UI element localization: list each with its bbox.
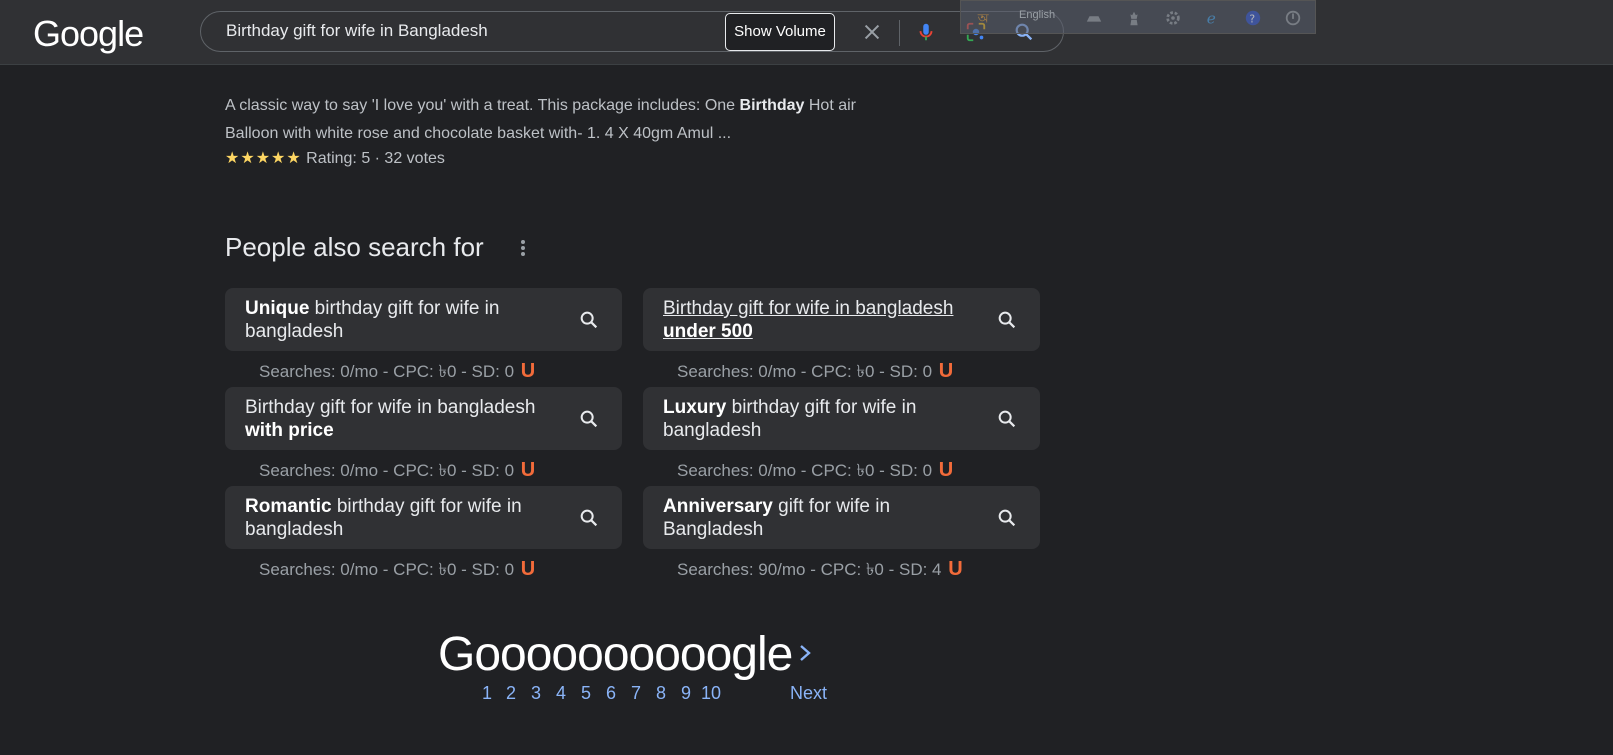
- next-page-link[interactable]: Next: [790, 683, 827, 704]
- microphone-icon[interactable]: [915, 21, 937, 43]
- top-bar: Google Birthday gift for wife in Banglad…: [0, 0, 1613, 65]
- svg-text:e: e: [1207, 9, 1216, 27]
- related-search-text[interactable]: Anniversary gift for wife in Bangladesh: [663, 495, 983, 541]
- keyword-metrics: Searches: 0/mo - CPC: ৳0 - SD: 0 U: [677, 458, 953, 486]
- rating-stars: ★★★★★: [225, 150, 302, 167]
- page-link[interactable]: 5: [581, 683, 591, 704]
- metrics-text: Searches: 0/mo - CPC: ৳0 - SD: 0: [677, 362, 933, 381]
- related-search-bold: Romantic: [245, 496, 332, 517]
- keyword-metrics: Searches: 0/mo - CPC: ৳0 - SD: 0 U: [259, 557, 535, 585]
- related-search-rest: Birthday gift for wife in bangladesh: [663, 298, 954, 319]
- pagination-logo: Goooooooooogle: [438, 628, 793, 681]
- keyword-metrics: Searches: 0/mo - CPC: ৳0 - SD: 0 U: [677, 359, 953, 387]
- rating-text: Rating: 5 · 32 votes: [306, 150, 445, 167]
- google-logo[interactable]: Google: [33, 13, 144, 55]
- people-also-search-title: People also search for: [225, 232, 484, 262]
- related-search-rest: Birthday gift for wife in bangladesh: [245, 397, 536, 418]
- search-divider: [899, 20, 900, 46]
- more-options-icon[interactable]: [519, 238, 527, 258]
- search-icon[interactable]: [996, 507, 1018, 529]
- related-search-bold: under 500: [663, 321, 753, 342]
- toolbar-language[interactable]: English: [1019, 9, 1055, 21]
- related-search-card[interactable]: Birthday gift for wife in bangladesh und…: [643, 288, 1040, 351]
- hat-icon[interactable]: [1085, 9, 1103, 27]
- related-search-card[interactable]: Luxury birthday gift for wife in banglad…: [643, 387, 1040, 450]
- related-search-card[interactable]: Unique birthday gift for wife in banglad…: [225, 288, 622, 351]
- help-icon[interactable]: ?: [1244, 9, 1262, 27]
- search-icon[interactable]: [578, 309, 600, 331]
- search-icon[interactable]: [578, 507, 600, 529]
- keyword-metrics: Searches: 90/mo - CPC: ৳0 - SD: 4 U: [677, 557, 963, 585]
- chess-piece-icon[interactable]: [1125, 9, 1143, 27]
- u-badge[interactable]: U: [521, 558, 535, 580]
- internet-explorer-icon[interactable]: e: [1204, 9, 1222, 27]
- metrics-text: Searches: 0/mo - CPC: ৳0 - SD: 0: [259, 362, 515, 381]
- related-search-bold: with price: [245, 420, 334, 441]
- u-badge[interactable]: U: [521, 459, 535, 481]
- page-link[interactable]: 8: [656, 683, 666, 704]
- u-badge[interactable]: U: [939, 459, 953, 481]
- rating-row: ★★★★★ Rating: 5 · 32 votes: [225, 148, 445, 168]
- page-link[interactable]: 10: [701, 683, 721, 704]
- metrics-text: Searches: 90/mo - CPC: ৳0 - SD: 4: [677, 560, 942, 579]
- related-search-text[interactable]: Birthday gift for wife in bangladesh wit…: [245, 396, 565, 442]
- page-link[interactable]: 4: [556, 683, 566, 704]
- page-link[interactable]: 3: [531, 683, 541, 704]
- description-bold: Birthday: [739, 97, 805, 114]
- related-search-card[interactable]: Birthday gift for wife in bangladesh wit…: [225, 387, 622, 450]
- related-search-card[interactable]: Romantic birthday gift for wife in bangl…: [225, 486, 622, 549]
- svg-text:?: ?: [1249, 13, 1255, 26]
- related-search-text[interactable]: Unique birthday gift for wife in banglad…: [245, 297, 565, 343]
- description-text-1: A classic way to say 'I love you' with a…: [225, 97, 740, 114]
- page-link[interactable]: 7: [631, 683, 641, 704]
- u-badge[interactable]: U: [521, 360, 535, 382]
- page-link[interactable]: 1: [482, 683, 492, 704]
- keyword-metrics: Searches: 0/mo - CPC: ৳0 - SD: 0 U: [259, 458, 535, 486]
- search-icon[interactable]: [578, 408, 600, 430]
- chevron-right-icon[interactable]: [797, 643, 813, 663]
- page-link[interactable]: 6: [606, 683, 616, 704]
- related-search-card[interactable]: Anniversary gift for wife in Bangladesh: [643, 486, 1040, 549]
- u-badge[interactable]: U: [939, 360, 953, 382]
- close-icon[interactable]: [861, 21, 883, 43]
- related-search-text[interactable]: Romantic birthday gift for wife in bangl…: [245, 495, 565, 541]
- search-icon[interactable]: [996, 309, 1018, 331]
- result-description: A classic way to say 'I love you' with a…: [225, 92, 905, 148]
- related-search-bold: Anniversary: [663, 496, 773, 517]
- page-link[interactable]: 9: [681, 683, 691, 704]
- svg-text:অ: অ: [977, 11, 990, 26]
- gear-icon[interactable]: [1164, 9, 1182, 27]
- related-search-bold: Unique: [245, 298, 310, 319]
- related-search-text[interactable]: Luxury birthday gift for wife in banglad…: [663, 396, 983, 442]
- metrics-text: Searches: 0/mo - CPC: ৳0 - SD: 0: [259, 461, 515, 480]
- metrics-text: Searches: 0/mo - CPC: ৳0 - SD: 0: [677, 461, 933, 480]
- related-search-bold: Luxury: [663, 397, 727, 418]
- search-icon[interactable]: [996, 408, 1018, 430]
- metrics-text: Searches: 0/mo - CPC: ৳0 - SD: 0: [259, 560, 515, 579]
- bengali-keyboard-icon[interactable]: অ: [975, 9, 993, 27]
- keyword-metrics: Searches: 0/mo - CPC: ৳0 - SD: 0 U: [259, 359, 535, 387]
- related-search-text[interactable]: Birthday gift for wife in bangladesh und…: [663, 297, 983, 343]
- u-badge[interactable]: U: [948, 558, 962, 580]
- show-volume-button[interactable]: Show Volume: [725, 13, 835, 51]
- page-link[interactable]: 2: [506, 683, 516, 704]
- power-icon[interactable]: [1284, 9, 1302, 27]
- search-input[interactable]: Birthday gift for wife in Bangladesh: [226, 21, 488, 41]
- search-box[interactable]: Birthday gift for wife in Bangladesh Sho…: [200, 11, 1064, 52]
- extension-toolbar: অ English e ?: [960, 0, 1316, 34]
